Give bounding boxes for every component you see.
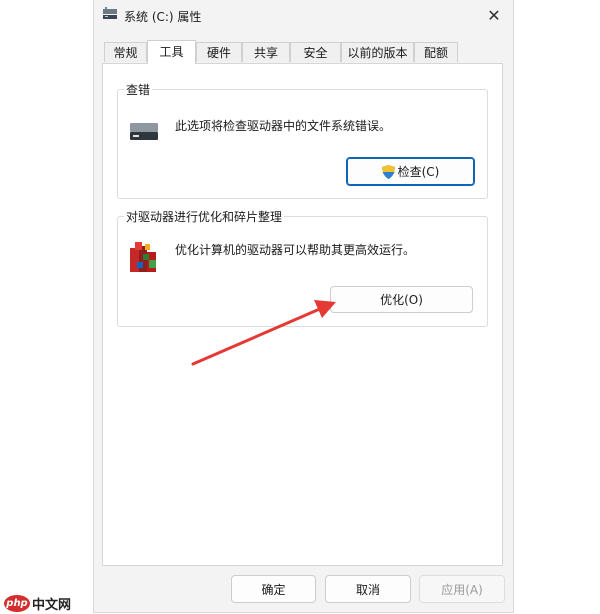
cancel-button-label: 取消 xyxy=(355,582,380,597)
optimize-button[interactable]: 优化(O) xyxy=(330,286,473,313)
uac-shield-icon xyxy=(381,164,395,179)
error-check-description: 此选项将检查驱动器中的文件系统错误。 xyxy=(175,119,392,133)
tab-general[interactable]: 常规 xyxy=(104,42,147,62)
tab-sharing[interactable]: 共享 xyxy=(242,42,290,62)
tab-hardware[interactable]: 硬件 xyxy=(196,42,242,62)
watermark-logo: php xyxy=(4,595,30,612)
check-button[interactable]: 检查(C) xyxy=(346,157,475,186)
optimize-title: 对驱动器进行优化和碎片整理 xyxy=(124,208,285,225)
window-title: 系统 (C:) 属性 xyxy=(124,10,202,24)
cancel-button[interactable]: 取消 xyxy=(325,575,411,603)
ok-button-label: 确定 xyxy=(261,582,286,597)
error-check-group: 查错 此选项将检查驱动器中的文件系统错误。 检查(C) xyxy=(117,81,488,199)
close-icon: ✕ xyxy=(487,5,501,25)
watermark: php 中文网 xyxy=(4,594,71,613)
ok-button[interactable]: 确定 xyxy=(231,575,316,603)
optimize-button-label: 优化(O) xyxy=(380,293,423,307)
defrag-icon xyxy=(130,242,156,272)
tab-previous-versions[interactable]: 以前的版本 xyxy=(341,42,414,62)
tools-panel: 查错 此选项将检查驱动器中的文件系统错误。 检查(C) 对驱动器进行优化和碎片整… xyxy=(102,63,503,566)
watermark-text: 中文网 xyxy=(32,598,72,613)
apply-button[interactable]: 应用(A) xyxy=(419,575,505,603)
tab-security[interactable]: 安全 xyxy=(290,42,341,62)
tab-quota[interactable]: 配额 xyxy=(414,42,458,62)
properties-dialog: 系统 (C:) 属性 ✕ 常规 工具 硬件 共享 安全 以前的版本 配额 查错 … xyxy=(93,0,514,613)
optimize-group: 对驱动器进行优化和碎片整理 优化计算机的驱动器可以帮助其更高效运行。 优化(O) xyxy=(117,208,488,327)
error-check-title: 查错 xyxy=(124,81,153,98)
optimize-description: 优化计算机的驱动器可以帮助其更高效运行。 xyxy=(175,243,416,257)
title-bar[interactable]: 系统 (C:) 属性 ✕ xyxy=(94,0,513,32)
close-button[interactable]: ✕ xyxy=(479,2,509,28)
drive-icon xyxy=(130,123,158,140)
tab-tools[interactable]: 工具 xyxy=(147,40,196,64)
apply-button-label: 应用(A) xyxy=(441,582,483,597)
drive-small-icon xyxy=(103,7,117,19)
check-button-label: 检查(C) xyxy=(397,165,440,179)
